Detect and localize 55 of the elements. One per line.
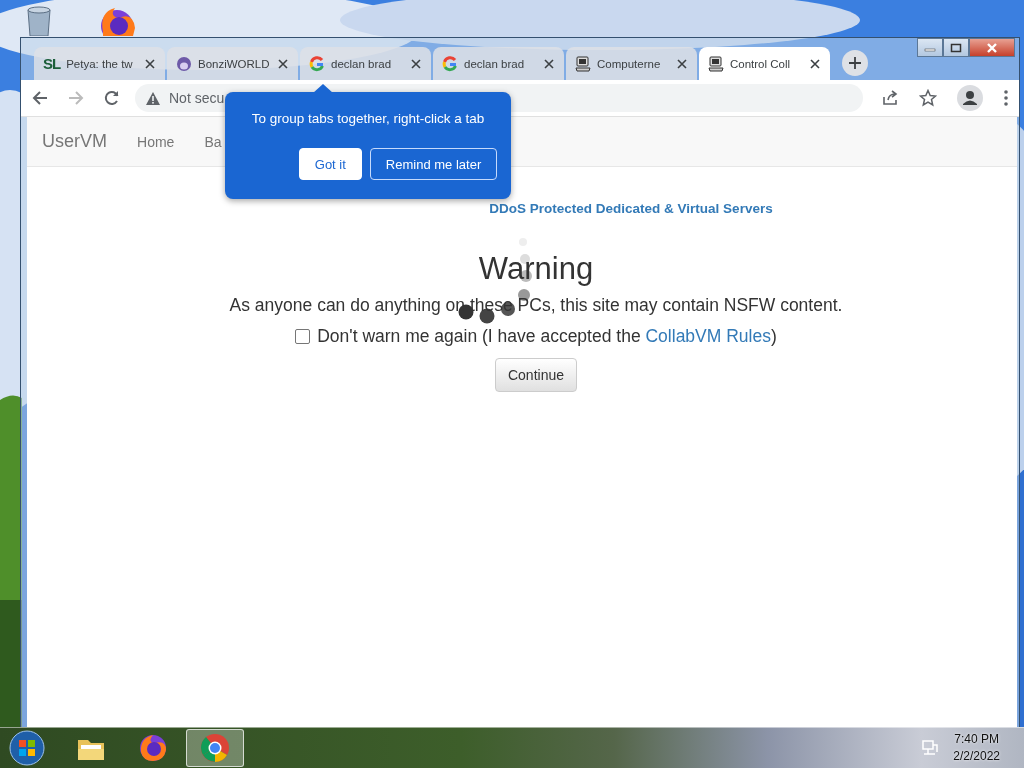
favicon-text: SL xyxy=(43,55,61,72)
tab-title: Computerne xyxy=(597,57,661,70)
browser-tab[interactable]: SL Petya: the tw xyxy=(34,47,165,80)
tab-title: declan brad xyxy=(331,57,392,70)
checkbox[interactable] xyxy=(295,329,311,344)
continue-button[interactable]: Continue xyxy=(494,358,577,392)
browser-tab[interactable]: Control Coll xyxy=(699,47,830,80)
sponsor-link[interactable]: DDoS Protected Dedicated & Virtual Servers xyxy=(489,201,773,216)
site-brand[interactable]: UserVM xyxy=(42,131,107,152)
share-icon[interactable] xyxy=(881,89,899,107)
multicolor-g-icon xyxy=(309,55,325,72)
warning-heading: Warning xyxy=(478,251,594,287)
multicolor-g-icon xyxy=(442,55,458,72)
tab-title: BonziWORLD xyxy=(198,57,270,70)
browser-tab[interactable]: declan brad xyxy=(300,47,431,80)
close-button[interactable] xyxy=(143,56,157,71)
tab-title: Control Coll xyxy=(730,57,791,70)
clock-time[interactable]: 7:40 PM xyxy=(954,731,999,748)
remind-later-button[interactable]: Remind me later xyxy=(369,148,498,180)
menu-icon[interactable] xyxy=(1003,89,1009,107)
nav-link[interactable]: Home xyxy=(137,133,175,150)
checkbox-label: Don't warn me again (I have accepted the CollabVM Rules) xyxy=(317,326,777,347)
clock-date[interactable]: 2/2/2022 xyxy=(953,748,1000,765)
reload-button[interactable] xyxy=(103,89,121,107)
close-button[interactable] xyxy=(542,56,556,71)
rules-link[interactable]: CollabVM Rules xyxy=(645,326,771,346)
star-icon[interactable] xyxy=(919,89,937,107)
start-button[interactable] xyxy=(8,729,46,767)
tab-title: declan brad xyxy=(464,57,525,70)
tab-title: Petya: the tw xyxy=(66,57,133,70)
close-button[interactable] xyxy=(276,56,290,71)
maximize-button[interactable] xyxy=(943,38,969,57)
browser-tab[interactable]: declan brad xyxy=(433,47,564,80)
close-button[interactable] xyxy=(675,56,689,71)
got-it-button[interactable]: Got it xyxy=(298,148,362,180)
close-button[interactable] xyxy=(969,38,1015,57)
maximize-icon xyxy=(950,42,962,53)
chrome-icon xyxy=(199,732,231,764)
close-button[interactable] xyxy=(808,56,822,71)
browser-tab[interactable]: Computerne xyxy=(566,47,697,80)
browser-tab[interactable]: BonziWORLD xyxy=(167,47,298,80)
minimize-button[interactable] xyxy=(917,38,943,57)
computer-icon xyxy=(708,55,724,72)
close-button[interactable] xyxy=(409,56,423,71)
warning-icon xyxy=(145,90,161,106)
computer-icon xyxy=(575,55,591,72)
profile-icon[interactable] xyxy=(957,85,983,111)
nav-link[interactable]: Ba xyxy=(204,133,222,150)
popup-text: To group tabs together, right-click a tab xyxy=(251,111,485,126)
firefox-icon xyxy=(137,732,169,764)
ape-head-icon xyxy=(176,55,192,72)
close-icon xyxy=(986,42,998,53)
security-label: Not secu xyxy=(169,90,225,106)
plus-icon xyxy=(848,56,862,70)
back-button[interactable] xyxy=(31,89,49,107)
